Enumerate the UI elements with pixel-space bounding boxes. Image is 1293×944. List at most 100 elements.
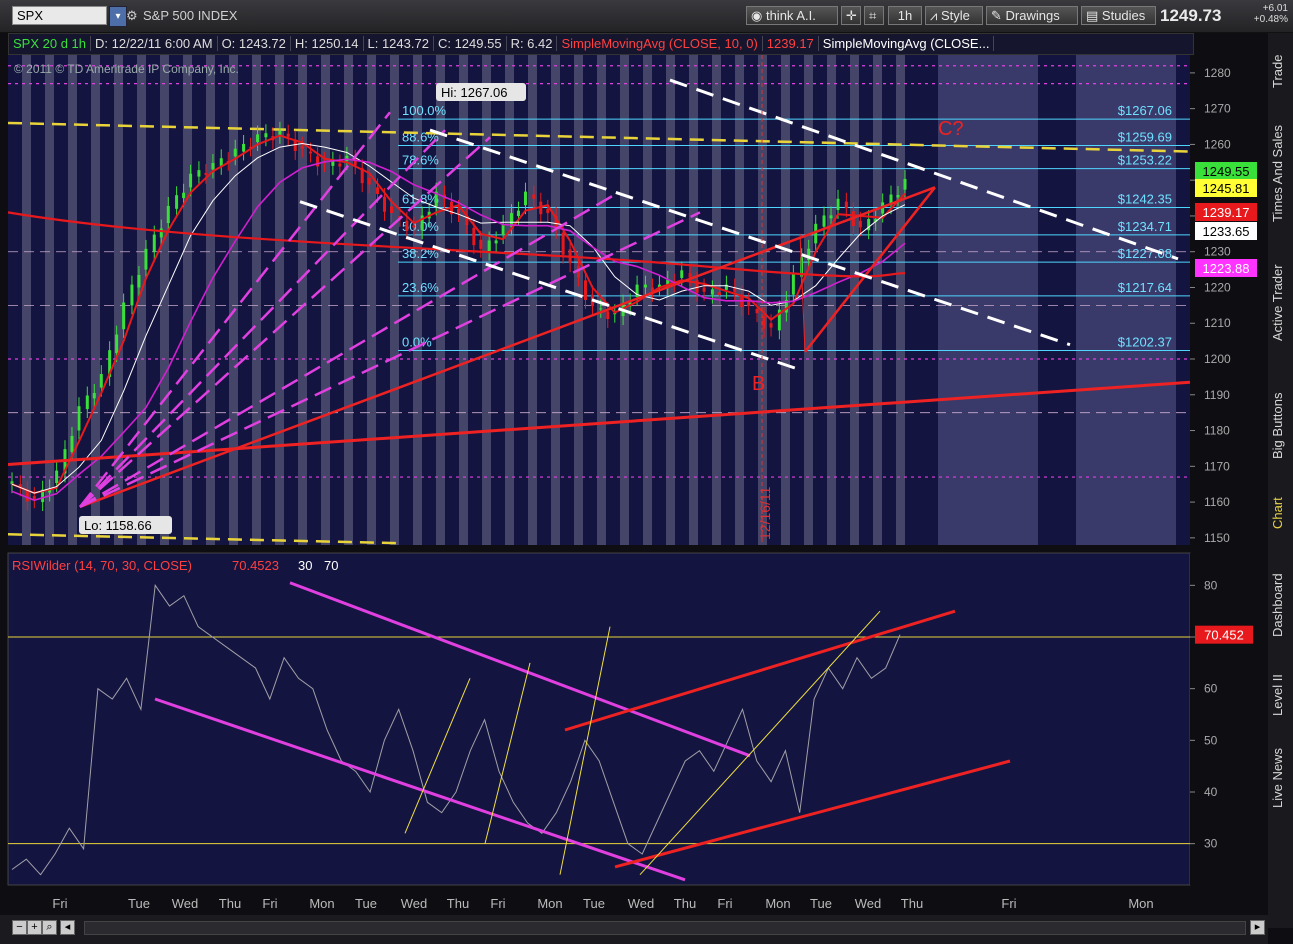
price-badge: 1233.65	[1195, 222, 1257, 240]
fib-price-label: $1202.37	[1118, 335, 1172, 350]
time-axis-label: Fri	[52, 896, 67, 911]
candle-body	[599, 308, 603, 310]
candle-body	[844, 201, 848, 209]
session-stripe	[620, 55, 629, 545]
candle-body	[487, 240, 491, 252]
candle-body	[197, 170, 201, 177]
sidebar-tab-trade[interactable]: Trade	[1270, 41, 1291, 101]
candle-body	[479, 239, 483, 249]
candle-body	[583, 280, 587, 300]
time-axis-label: Thu	[219, 896, 241, 911]
session-stripe	[643, 55, 652, 545]
session-stripe	[551, 55, 560, 545]
low-label: Lo: 1158.66	[79, 516, 172, 534]
fib-price-label: $1259.69	[1118, 130, 1172, 145]
time-axis-label: Tue	[810, 896, 832, 911]
session-stripe	[344, 55, 353, 545]
candle-body	[309, 151, 313, 154]
candle-body	[546, 208, 550, 214]
zoom-out-icon[interactable]: −	[12, 920, 27, 935]
fib-level-label: 100.0%	[402, 103, 447, 118]
copyright-text: © 2011 © TD Ameritrade IP Company, Inc.	[14, 62, 239, 76]
time-axis-label: Fri	[490, 896, 505, 911]
candle-body	[166, 205, 170, 224]
fib-level-label: 78.6%	[402, 153, 439, 168]
time-axis-label: Thu	[447, 896, 469, 911]
candle-body	[159, 228, 163, 238]
rsi-axis-background	[1190, 553, 1268, 885]
price-badge: 1249.55	[1195, 162, 1257, 180]
scroll-right-icon[interactable]: ▸	[1250, 920, 1265, 935]
price-badge-value: 1233.65	[1203, 224, 1250, 239]
rsi-badge-value: 70.452	[1204, 628, 1244, 643]
chart-canvas[interactable]: 1150116011701180119012001210122012301240…	[0, 0, 1268, 915]
sidebar-tab-live-news[interactable]: Live News	[1270, 738, 1291, 818]
time-axis-label: Fri	[717, 896, 732, 911]
price-tick-label: 1180	[1204, 424, 1230, 438]
candle-body	[92, 392, 96, 399]
date-marker-label: 12/16/11	[757, 486, 773, 540]
time-axis-label: Mon	[1128, 896, 1153, 911]
sidebar-tab-dashboard[interactable]: Dashboard	[1270, 558, 1291, 653]
price-badge: 1223.88	[1195, 259, 1257, 277]
session-stripe	[298, 55, 307, 545]
sidebar-tab-big-buttons[interactable]: Big Buttons	[1270, 378, 1291, 473]
candle-body	[405, 220, 409, 231]
candle-body	[412, 225, 416, 228]
candle-body	[77, 406, 81, 431]
price-tick-label: 1170	[1204, 459, 1230, 473]
rsi-pane[interactable]: 30 40 50 60 70 80 RSIWilder (14, 70, 30, CLOSE…	[7, 552, 1268, 911]
rsi-level-70: 70	[324, 558, 338, 573]
price-tick-label: 1210	[1204, 316, 1231, 330]
candle-body	[122, 302, 126, 330]
session-stripe	[436, 55, 445, 545]
price-tick-label: 1200	[1204, 352, 1231, 366]
candle-body	[457, 208, 460, 214]
candle-body	[130, 284, 134, 306]
price-badge-value: 1239.17	[1203, 205, 1250, 220]
session-stripe	[321, 55, 330, 545]
candle-body	[264, 133, 268, 138]
session-stripe	[91, 55, 100, 545]
candle-body	[762, 316, 766, 329]
candle-body	[242, 143, 246, 152]
candle-body	[338, 163, 342, 167]
sidebar-tab-active-trader[interactable]: Active Trader	[1270, 238, 1291, 368]
candle-body	[211, 163, 215, 170]
candle-body	[376, 187, 380, 195]
candle-body	[152, 234, 156, 252]
fib-price-label: $1227.08	[1118, 246, 1172, 261]
scroll-left-icon[interactable]: ◂	[60, 920, 75, 935]
sidebar-tab-times-and-sales[interactable]: Times And Sales	[1270, 118, 1291, 228]
fib-price-label: $1267.06	[1118, 103, 1172, 118]
session-stripe	[390, 55, 399, 545]
candle-body	[55, 470, 59, 484]
price-pane[interactable]: 1150116011701180119012001210122012301240…	[7, 55, 1268, 545]
candle-body	[822, 215, 826, 227]
session-stripe	[459, 55, 468, 545]
candle-body	[769, 323, 773, 328]
candle-body	[189, 173, 193, 188]
candle-body	[70, 435, 74, 453]
magnify-icon[interactable]: ⌕	[42, 920, 57, 935]
candle-body	[175, 195, 179, 209]
sidebar-tab-level-ii[interactable]: Level II	[1270, 663, 1291, 728]
price-tick-label: 1150	[1204, 531, 1230, 545]
session-stripe	[528, 55, 537, 545]
horizontal-scrollbar[interactable]	[84, 921, 1246, 935]
candle-body	[680, 270, 684, 278]
sidebar-tab-chart[interactable]: Chart	[1270, 483, 1291, 543]
rsi-title: RSIWilder (14, 70, 30, CLOSE)	[12, 558, 192, 573]
candle-body	[383, 196, 387, 212]
price-tick-label: 1230	[1204, 245, 1231, 259]
candle-body	[643, 284, 647, 288]
price-tick-label: 1280	[1204, 66, 1231, 80]
zoom-in-icon[interactable]: +	[27, 920, 42, 935]
session-stripe	[482, 55, 491, 545]
rsi-value: 70.4523	[232, 558, 279, 573]
fib-price-label: $1253.22	[1118, 153, 1172, 168]
candle-body	[286, 133, 290, 137]
rsi-level-30: 30	[298, 558, 312, 573]
candle-body	[367, 177, 371, 185]
candle-body	[278, 130, 282, 135]
